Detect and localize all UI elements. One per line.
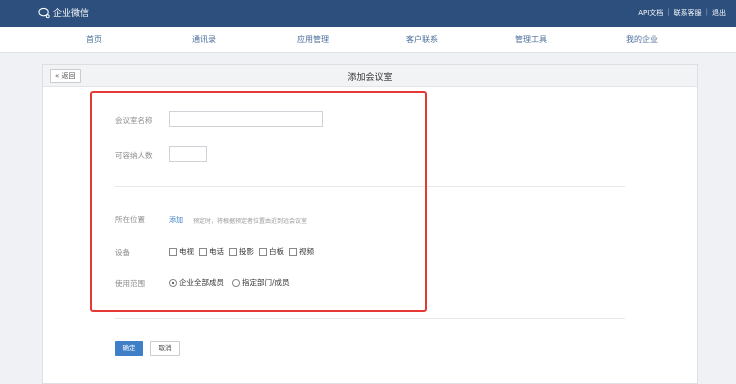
nav-item-home[interactable]: 首页	[86, 34, 102, 45]
card-header: « 返回 添加会议室	[43, 65, 697, 87]
contact-support-link[interactable]: 联系客服	[674, 8, 702, 18]
wechat-work-icon	[38, 7, 50, 18]
cancel-button[interactable]: 取消	[150, 341, 180, 356]
separator: |	[705, 8, 708, 16]
nav-item-customer-contact[interactable]: 客户联系	[406, 34, 438, 45]
top-bar: 企业微信 API文档 | 联系客服 | 退出	[0, 0, 736, 27]
logout-link[interactable]: 退出	[712, 8, 726, 18]
nav-item-contacts[interactable]: 通讯录	[192, 34, 216, 45]
confirm-button[interactable]: 确定	[115, 341, 143, 356]
nav-item-my-enterprise[interactable]: 我的企业	[626, 34, 658, 45]
divider	[115, 318, 625, 319]
brand-logo[interactable]: 企业微信	[38, 6, 89, 19]
highlight-box	[90, 91, 427, 312]
nav-item-management-tools[interactable]: 管理工具	[515, 34, 547, 45]
brand-name: 企业微信	[53, 9, 90, 19]
nav-item-app-management[interactable]: 应用管理	[297, 34, 329, 45]
top-links: API文档 | 联系客服 | 退出	[638, 8, 726, 18]
separator: |	[667, 8, 670, 16]
main-nav: 首页 通讯录 应用管理 客户联系 管理工具 我的企业	[0, 27, 736, 53]
page-title: 添加会议室	[347, 73, 393, 83]
api-docs-link[interactable]: API文档	[638, 8, 663, 18]
